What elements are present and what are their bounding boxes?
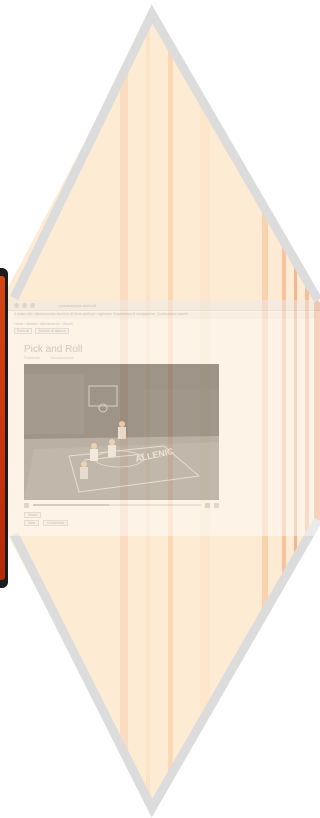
- player-2: [108, 439, 116, 457]
- comment-button[interactable]: Commenta: [43, 520, 69, 526]
- player-1: [90, 443, 98, 461]
- rate-button[interactable]: Vota: [24, 520, 40, 526]
- fullscreen-icon[interactable]: [214, 502, 219, 508]
- meta-published: Pubblicato: [24, 356, 41, 360]
- play-icon[interactable]: [24, 502, 29, 508]
- player-4: [80, 461, 88, 479]
- page-title: Pick and Roll: [24, 344, 83, 355]
- breadcrumb-link-schemes[interactable]: Schemi di attacco: [35, 328, 69, 334]
- breadcrumb: Home › Basket › Allenamento › Giochi: [14, 322, 73, 326]
- video-player[interactable]: ALLENIC: [24, 364, 219, 500]
- device-frame-edge: [0, 268, 8, 588]
- share-row: Share: [24, 512, 42, 518]
- address-bar[interactable]: · · · practice/pick-and-roll: [52, 303, 96, 308]
- share-button[interactable]: Share: [24, 512, 42, 518]
- page-meta: Pubblicato Visualizzazioni: [24, 356, 73, 360]
- back-icon[interactable]: [14, 302, 19, 308]
- seek-progress: [33, 504, 109, 506]
- video-controls: [24, 501, 219, 509]
- device-frame-accent: [0, 276, 5, 580]
- embedded-web-page: · · · practice/pick-and-roll Il nostro s…: [8, 300, 320, 536]
- reload-icon[interactable]: [30, 302, 35, 308]
- forward-icon[interactable]: [22, 302, 27, 308]
- player-3: [118, 421, 126, 439]
- meta-views: Visualizzazioni: [50, 356, 74, 360]
- breadcrumb-link-exercises[interactable]: Esercizi: [14, 328, 33, 334]
- browser-toolbar: · · · practice/pick-and-roll: [8, 300, 320, 311]
- breadcrumb-links: Esercizi Schemi di attacco: [14, 328, 69, 334]
- volume-icon[interactable]: [205, 502, 210, 508]
- cookie-notice: Il nostro sito utilizza cookie tecnici e…: [14, 312, 316, 319]
- action-row: Vota Commenta: [24, 520, 69, 526]
- basketball-court-scene: ALLENIC: [24, 364, 219, 500]
- seek-bar[interactable]: [33, 504, 201, 506]
